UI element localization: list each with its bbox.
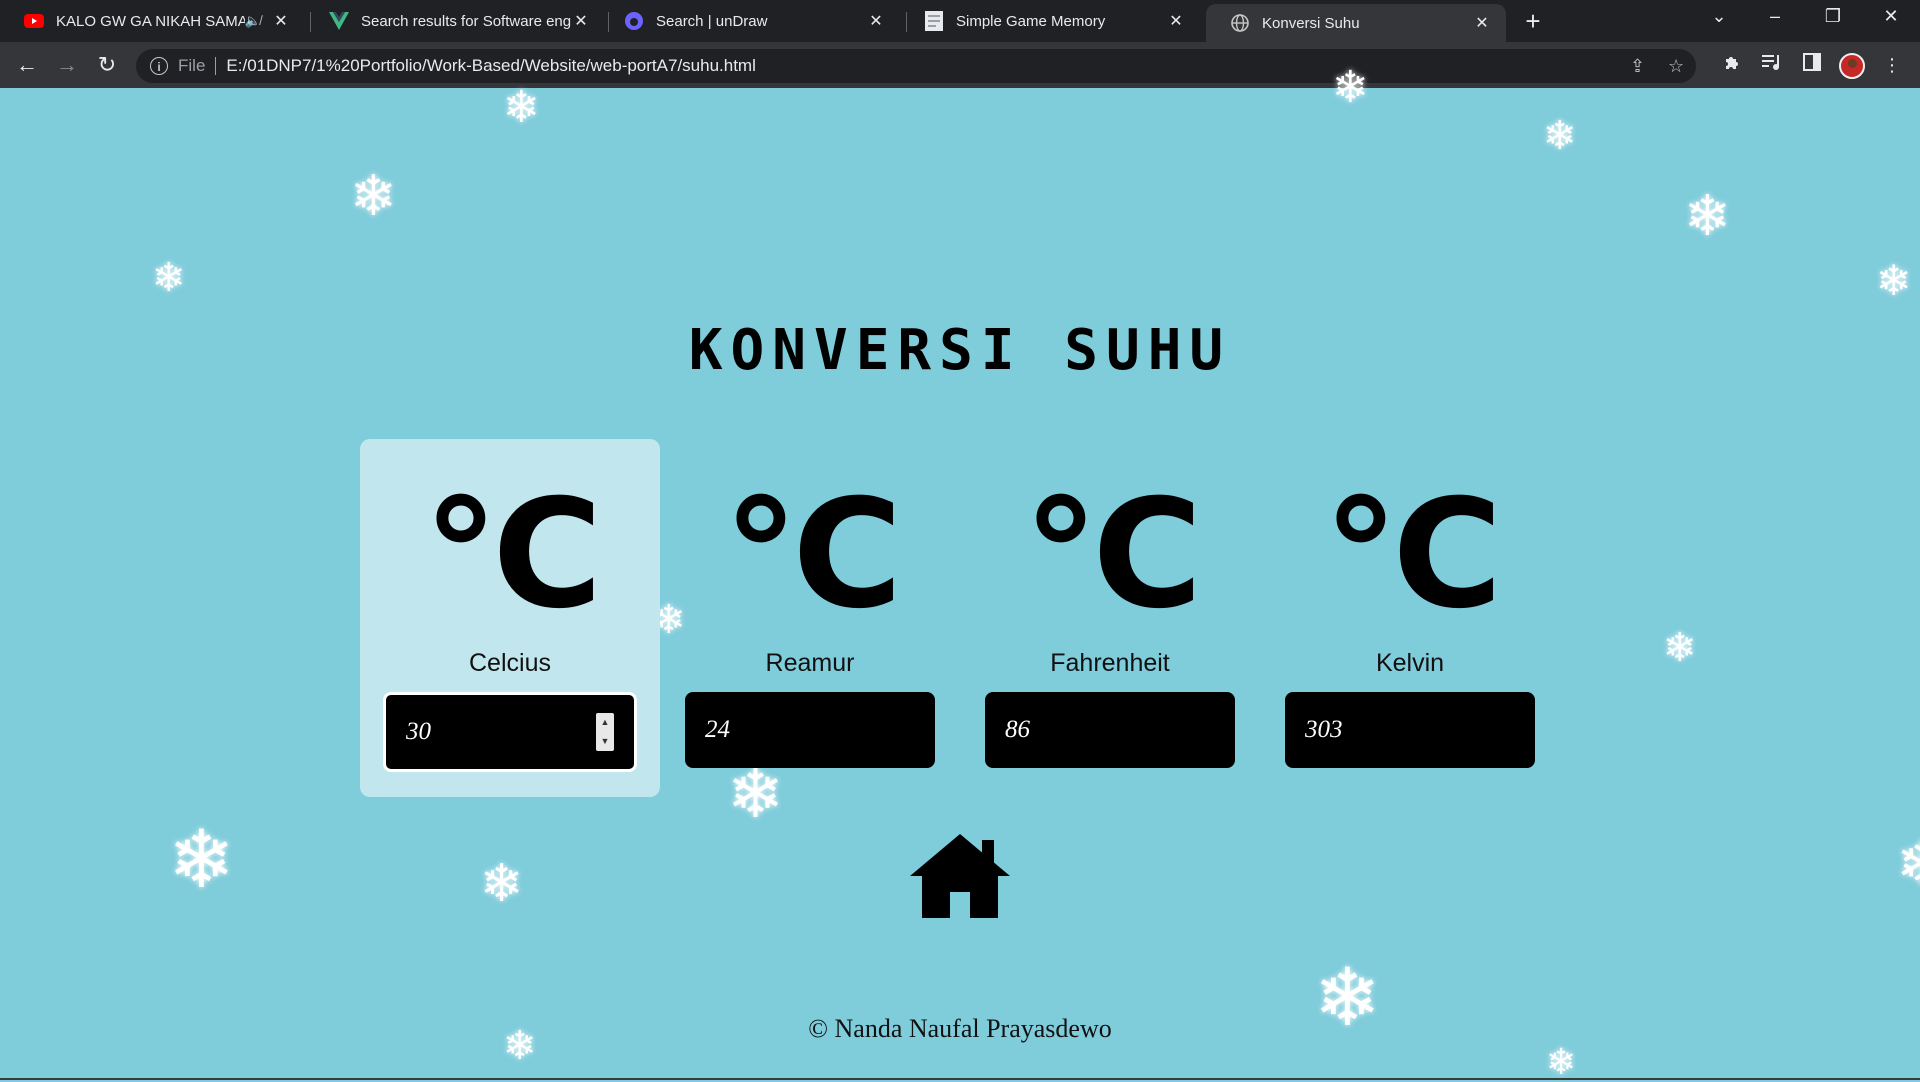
address-scheme: File	[178, 56, 206, 75]
reload-icon[interactable]: ↻	[93, 51, 121, 79]
degree-celsius-icon: °C	[423, 468, 602, 642]
reamur-input[interactable]	[685, 715, 897, 745]
snowflake-icon: ❄	[480, 855, 524, 913]
celcius-card: °C Celcius ▲ ▼	[360, 439, 660, 797]
celcius-input[interactable]	[386, 717, 598, 747]
close-tab-icon[interactable]: ✕	[1166, 11, 1186, 31]
kelvin-card: °C Kelvin	[1260, 439, 1560, 797]
back-arrow-icon[interactable]: ←	[13, 51, 41, 79]
snowflake-icon: ❄	[1332, 63, 1369, 112]
celcius-label: Celcius	[469, 649, 551, 677]
tab-search-icon[interactable]: ⌄	[1704, 6, 1734, 27]
snowflake-icon: ❄	[1876, 257, 1912, 304]
page-content: ❄ ❄ ❄ ❄ ❄ ❄ ❄ ❄ ❄ ❄ ❄ ❄ ❄ ❄ ❄ ❄ ❄ KONVER…	[0, 66, 1920, 1082]
restore-icon[interactable]: ❐	[1818, 6, 1848, 27]
close-window-icon[interactable]: ✕	[1876, 6, 1906, 27]
address-divider	[215, 57, 217, 75]
snowflake-icon: ❄	[1684, 184, 1731, 247]
page-title: KONVERSI SUHU	[688, 318, 1232, 383]
info-icon[interactable]: i	[150, 57, 168, 75]
degree-celsius-icon: °C	[1023, 468, 1202, 642]
tab-youtube[interactable]: KALO GW GA NIKAH SAMA D 🔈̸ ✕	[0, 0, 305, 42]
degree-celsius-icon: °C	[1323, 468, 1502, 642]
close-tab-icon[interactable]: ✕	[1472, 13, 1492, 33]
new-tab-button[interactable]: +	[1520, 8, 1546, 34]
tab-simple-game-memory[interactable]: Simple Game Memory ✕	[900, 0, 1200, 42]
number-spinner[interactable]: ▲ ▼	[596, 713, 614, 751]
side-panel-icon[interactable]	[1800, 53, 1824, 77]
spinner-down-icon[interactable]: ▼	[596, 732, 614, 751]
snowflake-icon: ❄	[350, 164, 397, 227]
tab-label: Search | unDraw	[656, 12, 768, 30]
home-icon[interactable]	[910, 832, 1010, 920]
snowflake-icon: ❄	[1546, 1041, 1577, 1082]
browser-toolbar: ← → ↻ i File E:/01DNP7/1%20Portfolio/Wor…	[0, 42, 1920, 88]
page-icon	[924, 11, 944, 31]
fahrenheit-input[interactable]	[985, 715, 1197, 745]
close-tab-icon[interactable]: ✕	[271, 11, 291, 31]
reamur-field[interactable]	[685, 692, 935, 768]
snowflake-icon: ❄	[1896, 834, 1920, 896]
minimize-icon[interactable]: –	[1760, 6, 1790, 27]
browser-tab-bar: KALO GW GA NIKAH SAMA D 🔈̸ ✕ Search resu…	[0, 0, 1920, 42]
profile-avatar[interactable]	[1839, 53, 1865, 79]
fahrenheit-field[interactable]	[985, 692, 1235, 768]
undraw-icon	[624, 11, 644, 31]
footer-copyright: © Nanda Naufal Prayasdewo	[808, 1014, 1112, 1043]
vue-icon	[329, 11, 349, 31]
tab-undraw[interactable]: Search | unDraw ✕	[600, 0, 900, 42]
kelvin-input[interactable]	[1285, 715, 1497, 745]
fahrenheit-card: °C Fahrenheit	[960, 439, 1260, 797]
close-tab-icon[interactable]: ✕	[571, 11, 591, 31]
snowflake-icon: ❄	[1543, 114, 1577, 158]
tab-label: Konversi Suhu	[1262, 14, 1360, 32]
spinner-up-icon[interactable]: ▲	[596, 713, 614, 732]
share-icon[interactable]: ⇪	[1630, 49, 1645, 83]
youtube-icon	[24, 11, 44, 31]
extensions-puzzle-icon[interactable]	[1720, 53, 1744, 77]
address-bar[interactable]: i File E:/01DNP7/1%20Portfolio/Work-Base…	[136, 49, 1696, 83]
snowflake-icon: ❄	[503, 83, 540, 132]
close-tab-icon[interactable]: ✕	[866, 11, 886, 31]
tab-label: Simple Game Memory	[956, 12, 1106, 30]
address-url[interactable]: E:/01DNP7/1%20Portfolio/Work-Based/Websi…	[226, 56, 755, 76]
more-menu-icon[interactable]: ⋮	[1880, 53, 1904, 77]
tab-label: KALO GW GA NIKAH SAMA D	[56, 12, 245, 30]
bookmark-star-icon[interactable]: ☆	[1668, 49, 1684, 83]
forward-arrow-icon[interactable]: →	[53, 51, 81, 79]
degree-celsius-icon: °C	[723, 468, 902, 642]
reamur-card: °C Reamur	[660, 439, 960, 797]
media-queue-icon[interactable]	[1760, 53, 1784, 77]
snowflake-icon: ❄	[152, 256, 186, 300]
speaker-muted-icon[interactable]: 🔈̸	[245, 13, 261, 29]
snowflake-icon: ❄	[168, 815, 236, 904]
kelvin-field[interactable]	[1285, 692, 1535, 768]
globe-icon	[1230, 13, 1250, 33]
snowflake-icon: ❄	[1663, 626, 1697, 670]
reamur-label: Reamur	[765, 649, 855, 677]
tab-search-results[interactable]: Search results for Software engin ✕	[305, 0, 605, 42]
celcius-field[interactable]: ▲ ▼	[383, 692, 637, 772]
fahrenheit-label: Fahrenheit	[1050, 649, 1170, 677]
tab-label: Search results for Software engin	[361, 12, 571, 30]
tab-konversi-suhu[interactable]: Konversi Suhu ✕	[1206, 4, 1506, 42]
kelvin-label: Kelvin	[1375, 649, 1445, 677]
